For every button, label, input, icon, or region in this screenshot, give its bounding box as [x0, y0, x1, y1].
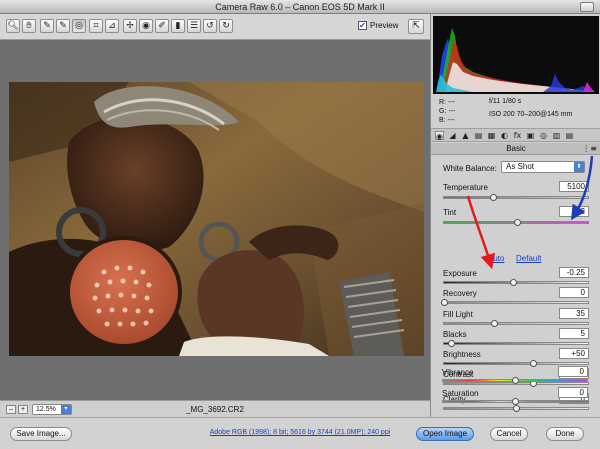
- iso-lens-readout: ISO 200 70–200@145 mm: [489, 111, 573, 118]
- saturation-slider[interactable]: [442, 398, 588, 405]
- image-canvas[interactable]: [0, 40, 430, 400]
- toolbar: 🔍︎ ✋︎ ✎ ✎ ◎ ⌗ ⊿ ✢ ◉ ✐ ▮ ☰ ↺ ↻ ✔ Preview …: [0, 14, 430, 40]
- rotate-left-icon[interactable]: ↺: [203, 19, 217, 33]
- settings-tab-icon[interactable]: ▥: [552, 131, 561, 140]
- recovery-slider[interactable]: [441, 299, 589, 306]
- blacks-slider-thumb[interactable]: [448, 340, 456, 347]
- blacks-label: Blacks: [443, 330, 467, 339]
- tone-curve-tab-icon[interactable]: ◢: [448, 131, 457, 140]
- adjustments-panel: R: --- G: --- B: --- f/11 1/80 s ISO 200…: [430, 14, 600, 417]
- brightness-slider[interactable]: [443, 360, 589, 367]
- zoom-tool-icon[interactable]: 🔍︎: [6, 19, 20, 33]
- straighten-tool-icon[interactable]: ⊿: [105, 19, 119, 33]
- fill-light-slider[interactable]: [443, 320, 589, 327]
- split-toning-tab-icon[interactable]: ▦: [487, 131, 496, 140]
- preferences-icon[interactable]: ☰: [187, 19, 201, 33]
- saturation-label: Saturation: [442, 389, 479, 398]
- tint-field[interactable]: +2: [559, 206, 589, 217]
- white-balance-tool-icon[interactable]: ✎: [40, 19, 54, 33]
- effects-tab-icon[interactable]: fx: [513, 131, 522, 140]
- temperature-slider[interactable]: [443, 194, 589, 201]
- fill-light-field[interactable]: 35: [559, 308, 589, 319]
- detail-tab-icon[interactable]: ▲: [461, 131, 470, 140]
- red-readout: R: ---: [439, 99, 455, 106]
- panel-menu-icon[interactable]: ⋮≡: [582, 143, 597, 155]
- color-sampler-tool-icon[interactable]: ✎: [56, 19, 70, 33]
- clarity-slider[interactable]: [443, 405, 589, 412]
- window-title: Camera Raw 6.0 – Canon EOS 5D Mark II: [215, 2, 385, 12]
- title-bar: Camera Raw 6.0 – Canon EOS 5D Mark II: [0, 0, 600, 14]
- recovery-field[interactable]: 0: [559, 287, 589, 298]
- adjustment-brush-tool-icon[interactable]: ✐: [155, 19, 169, 33]
- tint-slider[interactable]: [443, 219, 589, 226]
- tint-label: Tint: [443, 208, 457, 217]
- fill-light-label: Fill Light: [443, 310, 473, 319]
- done-button[interactable]: Done: [546, 427, 584, 441]
- graduated-filter-tool-icon[interactable]: ▮: [171, 19, 185, 33]
- spot-removal-tool-icon[interactable]: ✢: [123, 19, 137, 33]
- tint-slider-thumb[interactable]: [514, 219, 522, 226]
- preview-checkbox[interactable]: ✔: [358, 21, 367, 30]
- blacks-slider[interactable]: [443, 340, 589, 347]
- red-eye-tool-icon[interactable]: ◉: [139, 19, 153, 33]
- recovery-label: Recovery: [443, 289, 477, 298]
- status-bar: – + 12.5% ▾ _MG_3692.CR2: [0, 400, 430, 417]
- open-image-button[interactable]: Open Image: [416, 427, 474, 441]
- readout-area: R: --- G: --- B: --- f/11 1/80 s ISO 200…: [431, 96, 600, 126]
- basic-tab-icon[interactable]: ◉: [435, 131, 444, 141]
- green-readout: G: ---: [439, 108, 456, 115]
- auto-link[interactable]: Auto: [488, 254, 504, 263]
- histogram: [433, 16, 599, 94]
- photo-preview: [9, 82, 424, 356]
- exposure-field[interactable]: -0.25: [559, 267, 589, 278]
- presets-tab-icon[interactable]: ◎: [539, 131, 548, 140]
- saturation-field[interactable]: 0: [558, 387, 588, 398]
- vibrance-field[interactable]: 0: [558, 366, 588, 377]
- exposure-label: Exposure: [443, 269, 477, 278]
- temperature-slider-thumb[interactable]: [489, 194, 497, 201]
- recovery-slider-thumb[interactable]: [441, 299, 448, 306]
- bottom-bar: Save Image... Adobe RGB (1998); 8 bit; 5…: [0, 417, 600, 449]
- blacks-field[interactable]: 5: [559, 328, 589, 339]
- fill-light-slider-thumb[interactable]: [491, 320, 499, 327]
- fullscreen-icon[interactable]: ⇱: [408, 19, 424, 34]
- lens-corrections-tab-icon[interactable]: ◐: [500, 131, 509, 140]
- vibrance-slider[interactable]: [442, 377, 588, 384]
- panel-tab-strip: ◉ ◢ ▲ ▤ ▦ ◐ fx ▣ ◎ ▥ ▤: [431, 128, 600, 142]
- camera-calibration-tab-icon[interactable]: ▣: [526, 131, 535, 140]
- preview-label: Preview: [370, 21, 399, 30]
- snapshots-tab-icon[interactable]: ▤: [565, 131, 574, 140]
- saturation-slider-thumb[interactable]: [512, 398, 519, 405]
- window-zoom-button[interactable]: [580, 2, 594, 12]
- hand-tool-icon[interactable]: ✋︎: [22, 19, 36, 33]
- rotate-right-icon[interactable]: ↻: [219, 19, 233, 33]
- cancel-button[interactable]: Cancel: [490, 427, 528, 441]
- section-title: Basic: [506, 144, 526, 153]
- white-balance-select[interactable]: As Shot ⬍: [501, 161, 585, 173]
- vibrance-label: Vibrance: [442, 368, 474, 377]
- section-header: Basic ⋮≡: [431, 143, 600, 155]
- chevron-updown-icon: ⬍: [574, 162, 584, 172]
- crop-tool-icon[interactable]: ⌗: [89, 19, 103, 33]
- white-balance-value: As Shot: [506, 162, 535, 171]
- blue-readout: B: ---: [439, 117, 455, 124]
- temperature-field[interactable]: 5100: [559, 181, 589, 192]
- exposure-slider[interactable]: [443, 279, 589, 286]
- hsl-tab-icon[interactable]: ▤: [474, 131, 483, 140]
- aperture-shutter-readout: f/11 1/80 s: [489, 98, 522, 105]
- brightness-slider-thumb[interactable]: [530, 360, 538, 367]
- exposure-slider-thumb[interactable]: [510, 279, 518, 286]
- vibrance-slider-thumb[interactable]: [512, 377, 519, 384]
- default-link[interactable]: Default: [516, 254, 541, 263]
- brightness-label: Brightness: [443, 350, 481, 359]
- clarity-slider-thumb[interactable]: [513, 405, 520, 412]
- white-balance-label: White Balance:: [443, 164, 497, 173]
- filename-label: _MG_3692.CR2: [186, 405, 244, 414]
- targeted-adjustment-tool-icon[interactable]: ◎: [72, 19, 86, 33]
- brightness-field[interactable]: +50: [559, 348, 589, 359]
- temperature-label: Temperature: [443, 183, 488, 192]
